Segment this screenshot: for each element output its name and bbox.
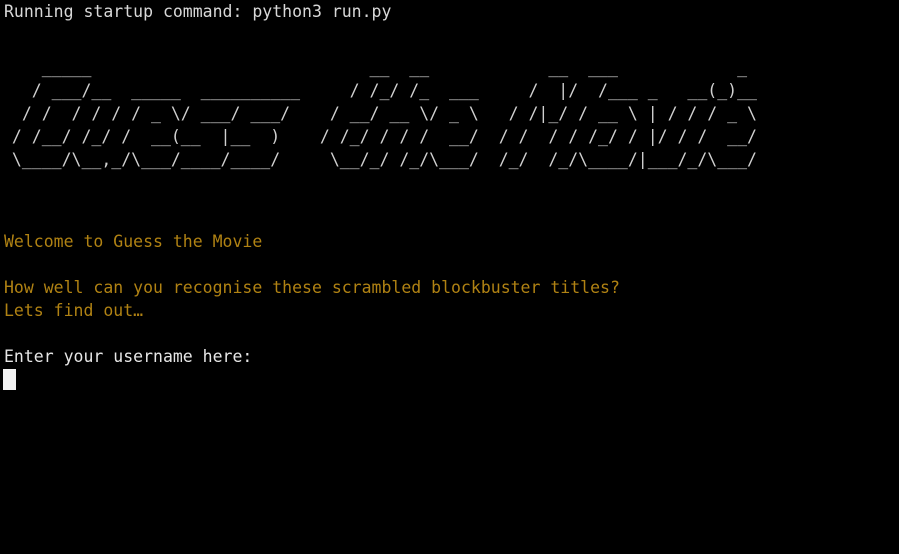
intro-question-line: How well can you recognise these scrambl…: [4, 278, 620, 297]
terminal-window: Running startup command: python3 run.py …: [0, 0, 899, 554]
welcome-message: Welcome to Guess the Movie: [4, 232, 263, 251]
startup-command-line: Running startup command: python3 run.py: [4, 2, 392, 21]
username-prompt-label: Enter your username here:: [4, 347, 253, 366]
text-cursor: [3, 369, 16, 390]
ascii-art-title-banner: _____ __ __ __ ___ _ / ___/__ _____ ____…: [11, 58, 757, 169]
username-input[interactable]: [3, 369, 503, 390]
intro-lets-find-out-line: Lets find out…: [4, 301, 144, 320]
